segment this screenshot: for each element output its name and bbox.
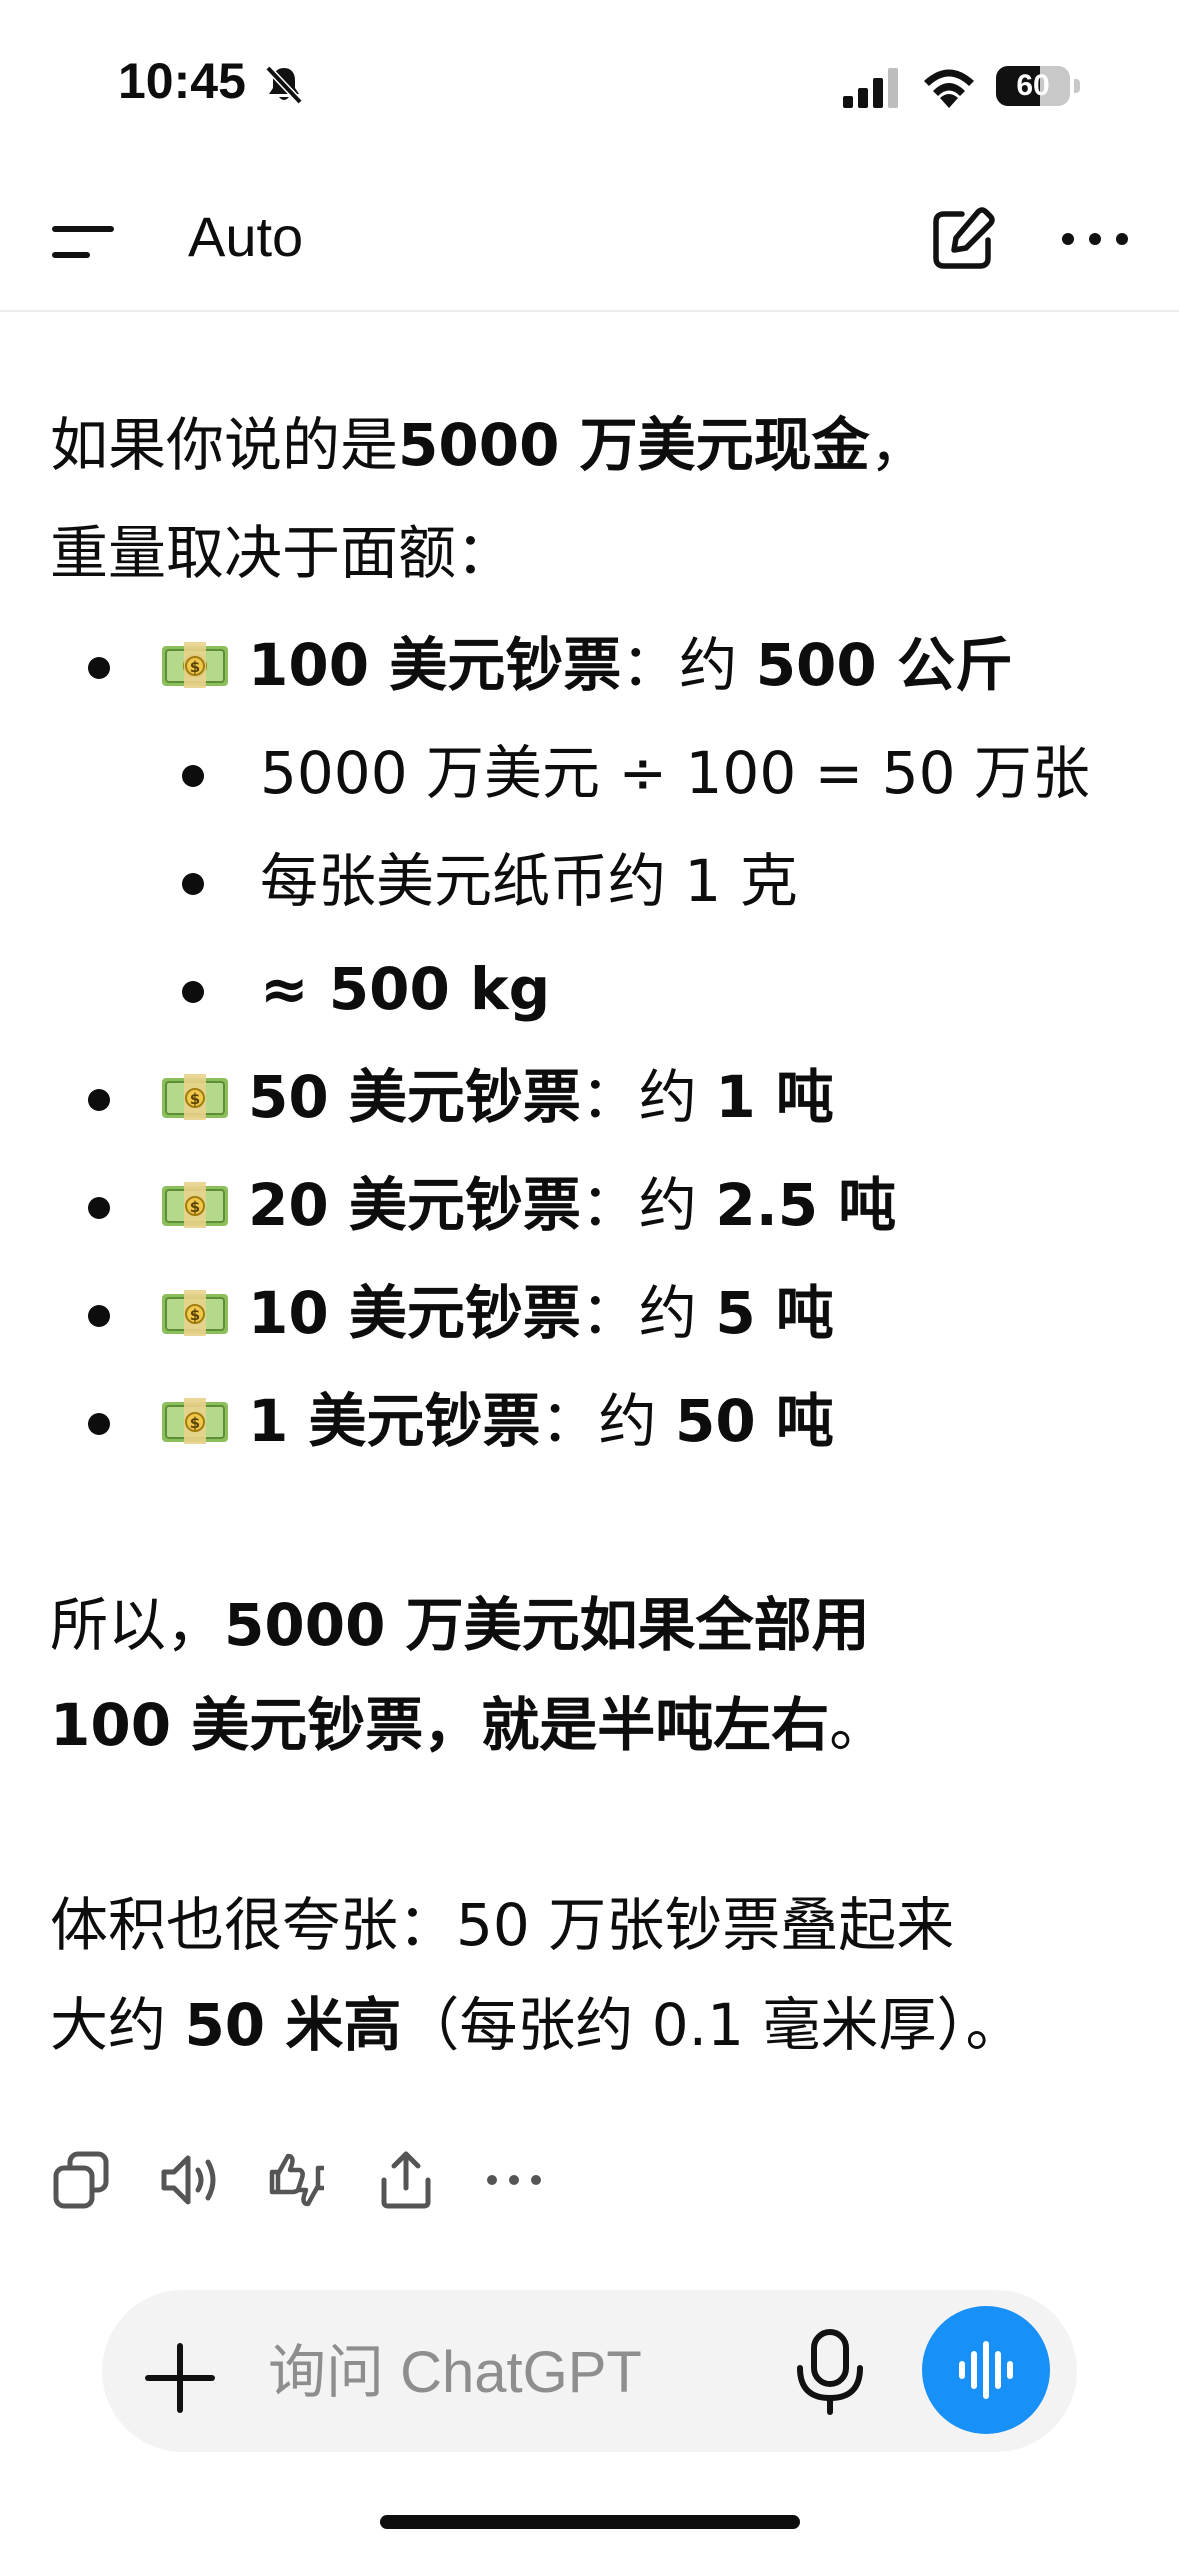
bullet (88, 1089, 110, 1111)
svg-text:$: $ (190, 1414, 200, 1432)
sub-list-item: ≈ 500 kg (50, 935, 1140, 1043)
wifi-icon (924, 69, 974, 108)
message-actions (50, 2148, 610, 2218)
composer (102, 2290, 1077, 2452)
bullet (182, 765, 204, 787)
bell-slash-icon (265, 65, 303, 105)
svg-text:$: $ (190, 1090, 200, 1108)
list-item: $1 美元钞票：约 50 吨 (50, 1367, 1140, 1475)
voice-mode-button[interactable] (922, 2306, 1050, 2434)
new-chat-icon[interactable] (928, 206, 996, 274)
battery-tip (1074, 79, 1080, 93)
plus-icon[interactable] (144, 2342, 216, 2414)
bullet (88, 1305, 110, 1327)
intro-line-1: 如果你说的是5000 万美元现金， (50, 411, 928, 479)
bullet (182, 981, 204, 1003)
speaker-icon[interactable] (158, 2148, 222, 2212)
list-item: $10 美元钞票：约 5 吨 (50, 1259, 1140, 1367)
copy-icon[interactable] (50, 2148, 114, 2212)
thumbs-feedback-icon[interactable] (266, 2148, 330, 2212)
list-item: $$100 美元钞票：约 500 公斤 (50, 611, 1140, 719)
volume-line-2: 大约 50 米高（每张约 0.1 毫米厚）。 (50, 1991, 1024, 2059)
status-time: 10:45 (118, 53, 246, 109)
svg-text:$: $ (190, 1198, 200, 1216)
more-options-icon[interactable] (1060, 224, 1130, 254)
header: Auto (0, 170, 1179, 312)
sub-list-item: 每张美元纸币约 1 克 (50, 827, 1140, 935)
money-icon: $ (162, 1073, 228, 1120)
money-icon: $ (162, 1181, 228, 1228)
denomination-list: $$100 美元钞票：约 500 公斤 5000 万美元 ÷ 100 = 50 … (50, 611, 1140, 1475)
home-indicator (380, 2515, 800, 2529)
money-icon: $ (162, 1397, 228, 1444)
list-item: $20 美元钞票：约 2.5 吨 (50, 1151, 1140, 1259)
money-icon: $ (162, 1289, 228, 1336)
svg-text:$: $ (190, 1306, 200, 1324)
bullet (88, 1197, 110, 1219)
svg-text:$: $ (190, 658, 200, 676)
money-icon: $$ (162, 641, 228, 688)
assistant-message: 如果你说的是5000 万美元现金， 重量取决于面额： $$100 美元钞票：约 … (50, 395, 1140, 2075)
message-input[interactable] (268, 2324, 788, 2420)
microphone-icon[interactable] (790, 2328, 870, 2416)
cell-signal-icon (843, 68, 898, 108)
bullet (88, 1413, 110, 1435)
battery-body: 60 (996, 66, 1070, 106)
summary-line-2: 100 美元钞票，就是半吨左右。 (50, 1691, 888, 1759)
volume-line-1: 体积也很夸张：50 万张钞票叠起来 (50, 1891, 955, 1959)
bullet (182, 873, 204, 895)
waveform-icon (959, 2341, 1013, 2399)
menu-icon[interactable] (50, 222, 116, 262)
summary-line-1: 所以，5000 万美元如果全部用 (50, 1591, 870, 1659)
status-bar: 10:45 60 (0, 0, 1179, 170)
share-icon[interactable] (374, 2148, 438, 2212)
model-selector[interactable]: Auto (188, 204, 303, 269)
more-icon[interactable] (482, 2148, 546, 2212)
intro-line-2: 重量取决于面额： (50, 519, 515, 587)
bullet (88, 657, 110, 679)
sub-list-item: 5000 万美元 ÷ 100 = 50 万张 (50, 719, 1140, 827)
battery: 60 (996, 66, 1080, 106)
battery-percent: 60 (1016, 69, 1050, 102)
list-item: $50 美元钞票：约 1 吨 (50, 1043, 1140, 1151)
